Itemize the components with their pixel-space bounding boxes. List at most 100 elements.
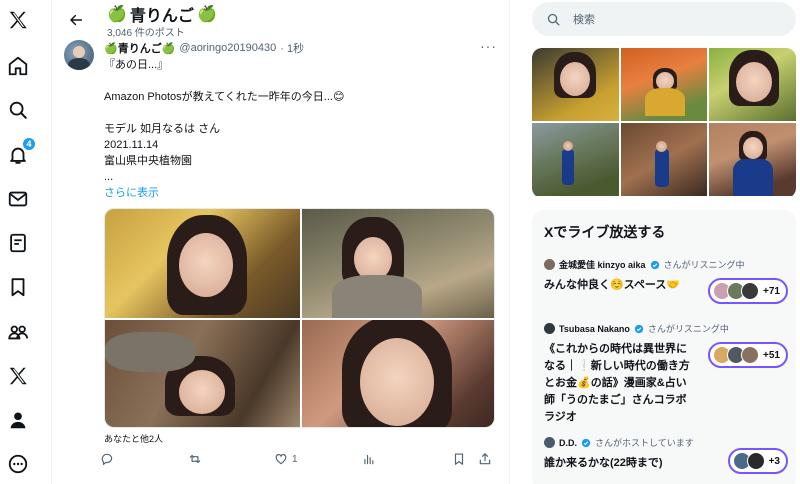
bookmark-icon [454,453,464,465]
tweet-media-grid [104,208,495,428]
tweet-line: ... [104,171,114,183]
tweet-photo[interactable] [302,209,494,318]
search-icon [547,13,560,25]
reply-button[interactable] [100,452,114,466]
spaces-panel: Xでライブ放送する 金城愛佳 kinzyo aika さんがリスニング中 みんな… [532,210,796,484]
space-title: 《これからの時代は異世界になる｜❕新しい時代の働き方とお金💰の話》漫画家&占い師… [544,343,690,423]
page-header: 🍏 青りんご 🍏 3,046 件のポスト [52,0,509,40]
liked-by-text[interactable]: あなたと他2人 [104,432,163,445]
host-avatar [544,323,555,334]
premium-x-icon[interactable] [4,362,32,390]
verified-icon [650,260,659,269]
tweet-line: Amazon Photosが教えてくれた一昨年の今日...😊 [104,91,345,103]
repost-button[interactable] [188,452,202,466]
tweet-photo[interactable] [105,320,300,427]
tweet-photo[interactable] [302,320,494,427]
page-title-text: 青りんご [129,8,194,25]
tweet-line: 富山県中央植物園 [104,155,192,167]
green-apple-emoji: 🍏 [161,42,176,55]
bookmark-icon[interactable] [4,273,32,301]
tweet-photo[interactable] [105,209,300,318]
host-name: Tsubasa Nakano [559,323,630,334]
host-avatar [544,437,555,448]
profile-media-panel [532,48,796,198]
tweet-line: モデル 如月なるは さん [104,123,221,135]
profile-icon[interactable] [4,406,32,434]
home-icon[interactable] [4,52,32,80]
host-avatar [544,259,555,270]
mail-icon[interactable] [4,185,32,213]
like-count: 1 [292,453,298,465]
search-input[interactable]: 検索 [532,2,796,36]
tweet-line [104,73,504,89]
tweet-time[interactable]: · 1秒 [280,40,304,56]
media-thumbnail[interactable] [532,123,619,196]
main-column: 🍏 青りんご 🍏 3,046 件のポスト 🍏 青りんご 🍏 @aoringo20… [52,0,510,484]
tweet-line: 『あの日...』 [104,59,169,71]
space-listeners-pill[interactable]: +71 [708,278,788,304]
tweet-line: 2021.11.14 [104,139,159,151]
space-host: 金城愛佳 kinzyo aika さんがリスニング中 [544,258,788,271]
space-card[interactable]: Tsubasa Nakano さんがリスニング中 《これからの時代は異世界になる… [544,322,788,426]
search-icon[interactable] [4,96,32,124]
author-handle[interactable]: @aoringo20190430 [179,42,276,54]
like-button[interactable]: 1 [274,452,298,466]
share-button[interactable] [478,452,492,466]
bell-icon[interactable]: 4 [4,137,36,169]
listener-avatar [741,346,760,364]
space-status: さんがリスニング中 [663,260,745,270]
space-title: 誰か来るかな(22時まで) [544,457,663,469]
space-listeners-pill[interactable]: +3 [727,448,788,474]
tweet-line [104,105,504,121]
space-title: みんな仲良く☺️スペース🤝 [544,279,681,291]
listener-count: +71 [763,285,780,297]
heart-icon [275,454,287,465]
bookmark-button[interactable] [452,452,466,466]
space-status: さんがホストしています [595,438,694,448]
x-logo-icon[interactable] [4,6,32,34]
tweet-text: 『あの日...』 Amazon Photosが教えてくれた一昨年の今日...😊 … [104,57,504,201]
green-apple-emoji: 🍏 [104,42,118,55]
back-arrow-icon [70,14,83,26]
tweet-author: 🍏 青りんご 🍏 @aoringo20190430 · 1秒 [104,40,304,56]
listener-avatar [741,282,760,300]
listener-count: +3 [768,455,780,467]
media-thumbnail[interactable] [532,48,619,121]
media-thumbnail[interactable] [709,48,796,121]
communities-icon[interactable] [4,318,32,346]
post-count: 3,046 件のポスト [107,28,185,39]
show-more-link[interactable]: さらに表示 [104,185,504,201]
notification-badge: 4 [22,137,36,151]
spaces-title: Xでライブ放送する [544,224,666,240]
analytics-icon [364,454,374,465]
space-card[interactable]: 金城愛佳 kinzyo aika さんがリスニング中 みんな仲良く☺️スペース🤝… [544,258,788,304]
listener-avatar [746,452,765,470]
host-name: D.D. [559,437,577,448]
page-title: 🍏 青りんご 🍏 [107,2,217,26]
avatar[interactable] [64,40,94,70]
space-host: Tsubasa Nakano さんがリスニング中 [544,322,788,335]
host-name: 金城愛佳 kinzyo aika [559,260,646,270]
verified-icon [581,438,591,447]
analytics-button[interactable] [362,452,376,466]
space-listeners-pill[interactable]: +51 [708,342,788,368]
back-button[interactable] [64,8,88,32]
tweet-actions: 1 [100,452,500,472]
author-display-name[interactable]: 青りんご [118,40,162,56]
space-card[interactable]: D.D. さんがホストしています 誰か来るかな(22時まで) +3 [544,436,788,474]
tweet-more-button[interactable]: ··· [480,38,497,54]
more-circle-icon[interactable] [4,450,32,478]
green-apple-emoji: 🍏 [196,6,217,23]
green-apple-emoji: 🍏 [107,6,127,23]
share-icon [479,453,491,465]
space-status: さんがリスニング中 [647,324,729,334]
listener-count: +51 [763,349,780,361]
media-thumbnail[interactable] [709,123,796,196]
media-thumbnail[interactable] [621,123,707,196]
right-sidebar: 検索 Xでライブ放送する 金城愛佳 kinzyo aika さんがリスニング中 … [520,0,800,484]
repost-icon [189,454,201,464]
media-thumbnail[interactable] [621,48,707,121]
verified-icon [634,324,644,333]
left-nav: 4 [0,0,52,484]
list-icon[interactable] [4,229,32,257]
